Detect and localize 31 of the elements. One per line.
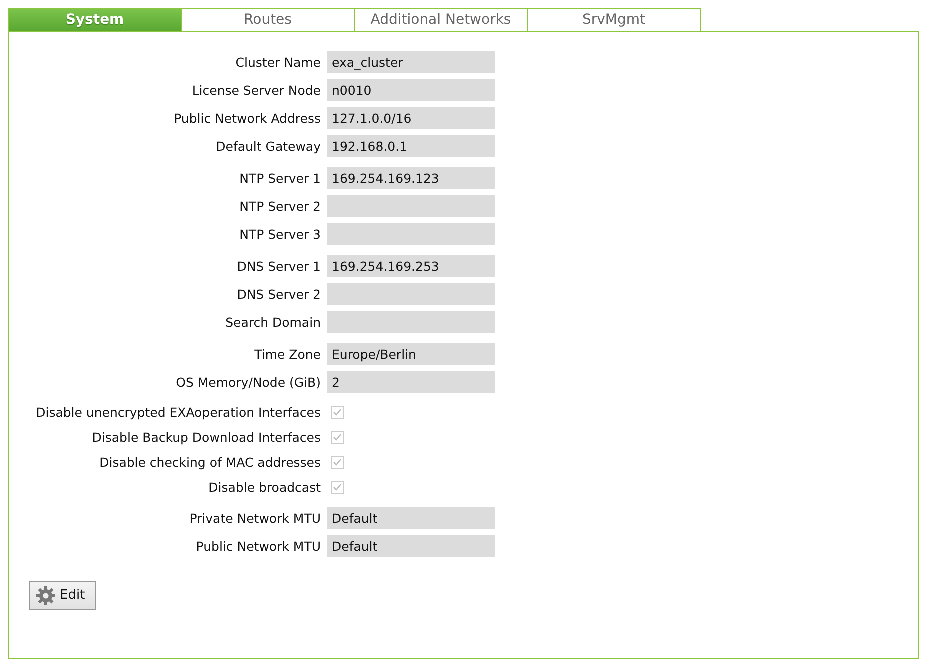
field-label: Private Network MTU [188,510,321,526]
checkbox-label: Disable Backup Download Interfaces [91,430,321,445]
field-label: DNS Server 1 [236,258,321,274]
field-label: License Server Node [191,82,321,98]
value-field: 127.1.0.0/16 [327,107,495,129]
field-label: Cluster Name [234,54,321,70]
field-label: DNS Server 2 [236,286,321,302]
checkbox-label: Disable broadcast [208,480,321,495]
edit-button[interactable]: Edit [29,581,96,610]
field-label: Search Domain [224,314,321,330]
field-label: Time Zone [254,346,321,362]
field-label: Default Gateway [215,138,321,154]
value-field: Europe/Berlin [327,343,495,365]
field-label: NTP Server 1 [238,170,321,186]
value-field: 169.254.169.123 [327,167,495,189]
value-field: exa_cluster [327,51,495,73]
value-field: n0010 [327,79,495,101]
checkbox-label: Disable unencrypted EXAoperation Interfaces [35,405,321,420]
field-label: NTP Server 2 [238,198,321,214]
checkbox-label: Disable checking of MAC addresses [98,455,321,470]
tab[interactable]: SrvMgmt [527,8,701,31]
field-label: Public Network Address [173,110,321,126]
value-field: 192.168.0.1 [327,135,495,157]
value-field: 2 [327,371,495,393]
value-field: 169.254.169.253 [327,255,495,277]
value-field: Default [327,507,495,529]
field-label: Public Network MTU [195,538,321,554]
value-field: Default [327,535,495,557]
field-label: OS Memory/Node (GiB) [175,374,321,390]
field-label: NTP Server 3 [238,226,321,242]
gear-icon [36,586,56,606]
